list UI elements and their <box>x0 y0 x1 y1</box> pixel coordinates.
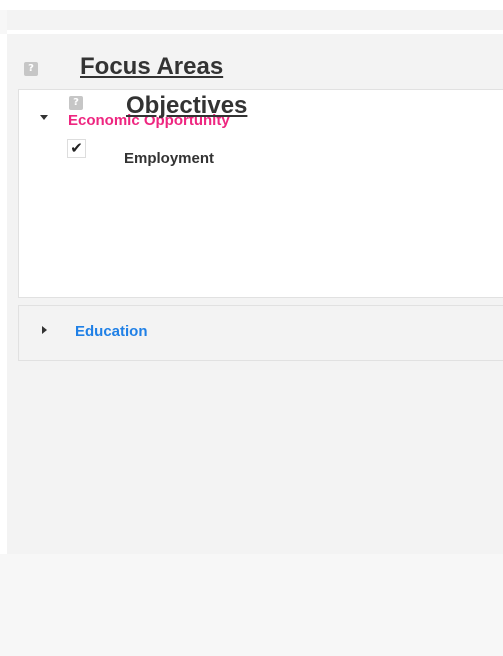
top-bar <box>7 10 503 30</box>
employment-label: Employment <box>124 150 215 167</box>
economic-opportunity-body <box>19 144 503 294</box>
objectives-heading: Objectives <box>126 92 248 119</box>
economic-opportunity-section: Economic Opportunity <box>18 89 503 298</box>
focus-areas-help-icon[interactable]: ? <box>24 62 38 76</box>
focus-areas-heading: Focus Areas <box>80 53 224 80</box>
caret-down-icon <box>40 115 48 120</box>
education-label: Education <box>75 323 148 340</box>
caret-right-icon <box>42 326 47 334</box>
economic-opportunity-header[interactable]: Economic Opportunity <box>19 90 503 144</box>
employment-checkbox[interactable]: ✔ <box>67 139 86 158</box>
left-edge <box>0 34 7 554</box>
objectives-help-icon[interactable]: ? <box>69 96 83 110</box>
education-section[interactable]: Education <box>18 305 503 361</box>
top-strip <box>0 0 503 10</box>
